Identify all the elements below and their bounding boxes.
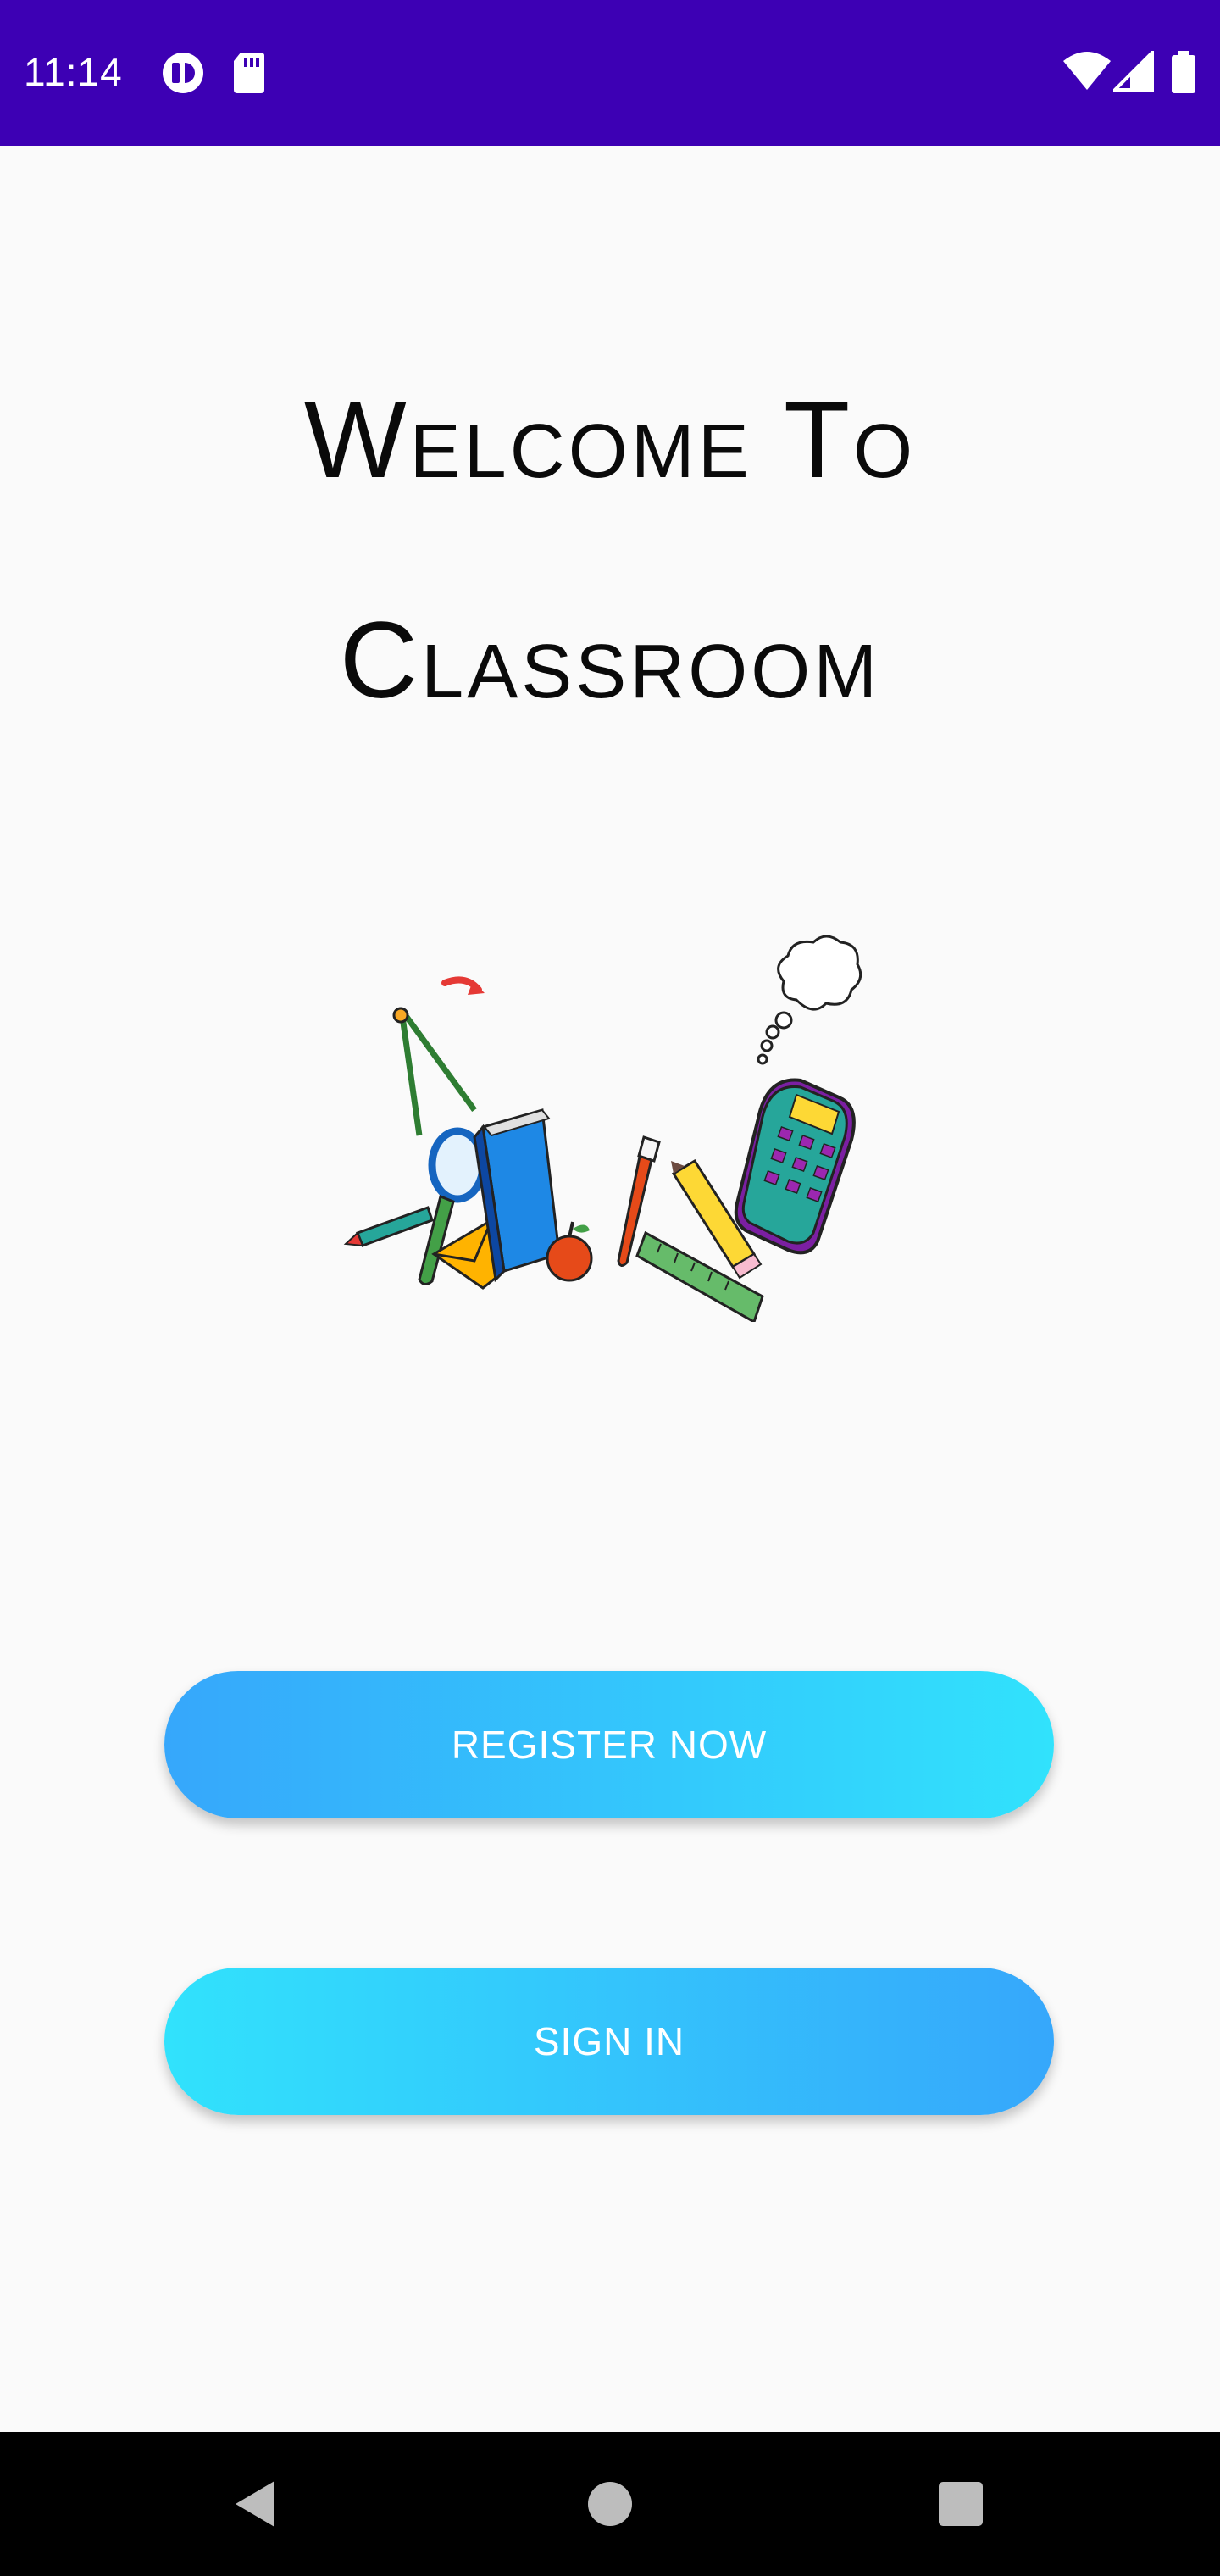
sd-card-icon (232, 51, 266, 99)
media-player-icon (161, 51, 205, 99)
welcome-title-line1: Welcome To (303, 380, 917, 501)
status-time: 11:14 (24, 50, 123, 94)
status-bar: 11:14 (0, 0, 1220, 146)
sign-in-button[interactable]: Sign In (164, 1968, 1054, 2115)
calculator-icon (734, 1078, 856, 1255)
pen-icon (343, 1206, 434, 1247)
school-supplies-illustration (339, 915, 881, 1324)
back-icon[interactable] (222, 2470, 290, 2538)
wifi-icon (1062, 51, 1112, 96)
recents-icon[interactable] (927, 2470, 995, 2538)
compass-icon (392, 1007, 477, 1136)
cell-signal-icon (1111, 48, 1154, 96)
home-icon[interactable] (576, 2470, 644, 2538)
arrow-icon (441, 976, 485, 995)
register-now-button[interactable]: Register Now (164, 1671, 1054, 1818)
thought-cloud-icon (757, 935, 862, 1065)
welcome-title-line2: Classroom (339, 600, 881, 721)
navigation-bar (0, 2432, 1220, 2576)
battery-icon (1171, 51, 1196, 97)
